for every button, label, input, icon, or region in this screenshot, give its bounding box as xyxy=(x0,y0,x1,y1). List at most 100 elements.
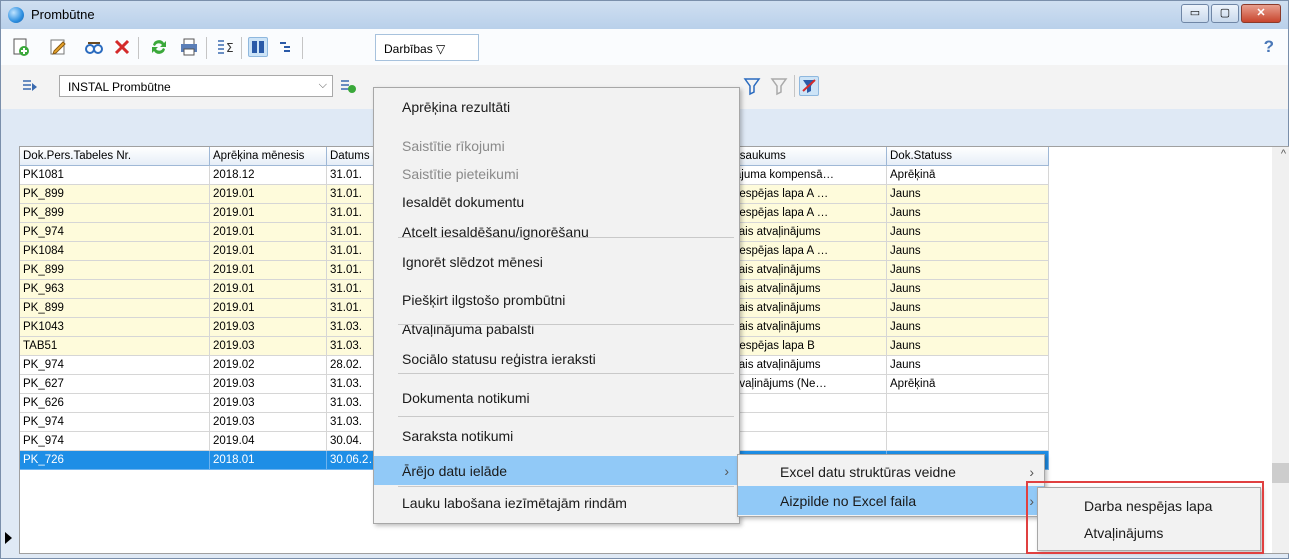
tree-icon[interactable] xyxy=(276,37,296,57)
print-icon[interactable] xyxy=(179,37,199,57)
table-cell-status[interactable]: Jauns xyxy=(887,223,1049,242)
table-cell-status[interactable]: Aprēķinā xyxy=(887,375,1049,394)
table-cell-status[interactable]: Jauns xyxy=(887,299,1049,318)
filter-icon[interactable] xyxy=(742,76,762,96)
table-cell-nr[interactable]: PK_963 xyxy=(20,280,210,299)
table-cell-status[interactable]: Jauns xyxy=(887,318,1049,337)
submenu-arrow-icon: › xyxy=(1029,464,1034,480)
table-cell-month[interactable]: 2019.03 xyxy=(210,337,327,356)
table-cell-month[interactable]: 2019.01 xyxy=(210,204,327,223)
view-icon[interactable] xyxy=(84,37,104,57)
table-cell-nr[interactable]: PK_974 xyxy=(20,432,210,451)
table-cell-status[interactable]: Jauns xyxy=(887,204,1049,223)
menu-item[interactable]: Sociālo statusu reģistra ieraksti xyxy=(374,344,739,373)
chevron-down-icon[interactable]: ⌵ xyxy=(319,79,327,92)
menu-item[interactable]: Lauku labošana iezīmētajām rindām xyxy=(374,488,739,517)
edit-icon[interactable] xyxy=(48,37,68,57)
toolbar-separator xyxy=(302,37,303,59)
column-header-nr[interactable]: Dok.Pers.Tabeles Nr. xyxy=(20,147,210,166)
table-cell-month[interactable]: 2019.02 xyxy=(210,356,327,375)
menu-item-label: Sociālo statusu reģistra ieraksti xyxy=(402,351,596,367)
help-icon[interactable]: ? xyxy=(1264,37,1274,57)
table-cell-nr[interactable]: PK1084 xyxy=(20,242,210,261)
table-cell-nr[interactable]: PK_899 xyxy=(20,204,210,223)
filter-panel-icon[interactable] xyxy=(799,76,819,96)
table-cell-nr[interactable]: PK_899 xyxy=(20,299,210,318)
menu-item-excel-template[interactable]: Excel datu struktūras veidne › xyxy=(738,457,1044,486)
table-cell-month[interactable]: 2019.03 xyxy=(210,375,327,394)
table-cell-status[interactable] xyxy=(887,413,1049,432)
table-cell-status[interactable]: Aprēķinā xyxy=(887,166,1049,185)
table-cell-status[interactable]: Jauns xyxy=(887,261,1049,280)
table-cell-nr[interactable]: PK1081 xyxy=(20,166,210,185)
menu-item[interactable]: Ignorēt slēdzot mēnesi xyxy=(374,247,739,276)
table-cell-status[interactable]: Jauns xyxy=(887,242,1049,261)
scroll-thumb[interactable] xyxy=(1272,463,1289,483)
table-cell-month[interactable]: 2018.12 xyxy=(210,166,327,185)
menu-item[interactable]: Saraksta notikumi xyxy=(374,421,739,450)
table-cell-month[interactable]: 2019.03 xyxy=(210,394,327,413)
table-cell-month[interactable]: 2019.01 xyxy=(210,261,327,280)
column-header-status[interactable]: Dok.Statuss xyxy=(887,147,1049,166)
column-header-month[interactable]: Aprēķina mēnesis xyxy=(210,147,327,166)
table-cell-month[interactable]: 2019.01 xyxy=(210,223,327,242)
toolbar-separator xyxy=(206,37,207,59)
menu-separator xyxy=(398,237,734,238)
menu-item[interactable]: Saistītie pieteikumi xyxy=(374,159,739,188)
refresh-icon[interactable] xyxy=(149,37,169,57)
table-cell-month[interactable]: 2019.01 xyxy=(210,242,327,261)
table-cell-month[interactable]: 2019.03 xyxy=(210,318,327,337)
table-cell-status[interactable]: Jauns xyxy=(887,280,1049,299)
layout-combo[interactable]: INSTAL Prombūtne ⌵ xyxy=(59,75,333,97)
add-layout-icon[interactable] xyxy=(339,77,359,97)
table-cell-nr[interactable]: PK_899 xyxy=(20,185,210,204)
table-cell-status[interactable]: Jauns xyxy=(887,356,1049,375)
table-cell-month[interactable]: 2019.01 xyxy=(210,185,327,204)
actions-dropdown[interactable]: Darbības ▽ xyxy=(375,34,479,61)
menu-item[interactable]: Saistītie rīkojumi xyxy=(374,131,739,160)
filter-select-icon[interactable] xyxy=(21,77,41,97)
menu-item[interactable]: Piešķirt ilgstošo prombūtni xyxy=(374,285,739,314)
menu-item-label: Aizpilde no Excel faila xyxy=(780,493,917,509)
scroll-up-icon[interactable]: ^ xyxy=(1281,148,1286,160)
menu-item[interactable]: Ārējo datu ielāde › xyxy=(374,456,739,485)
table-cell-status[interactable]: Jauns xyxy=(887,185,1049,204)
table-cell-nr[interactable]: PK_974 xyxy=(20,413,210,432)
delete-icon[interactable] xyxy=(112,37,132,57)
vertical-scrollbar[interactable]: ^ xyxy=(1272,147,1289,553)
table-cell-nr[interactable]: PK_726 xyxy=(20,451,210,470)
menu-separator xyxy=(398,324,734,325)
table-cell-nr[interactable]: TAB51 xyxy=(20,337,210,356)
menu-item[interactable]: Aprēķina rezultāti xyxy=(374,92,739,121)
app-icon xyxy=(8,7,24,23)
sum-icon[interactable]: Σ xyxy=(216,37,236,57)
menu-item-label: Dokumenta notikumi xyxy=(402,390,530,406)
table-cell-month[interactable]: 2019.01 xyxy=(210,299,327,318)
menu-item[interactable]: Iesaldēt dokumentu xyxy=(374,187,739,216)
table-cell-month[interactable]: 2019.01 xyxy=(210,280,327,299)
table-cell-status[interactable] xyxy=(887,432,1049,451)
table-cell-month[interactable]: 2019.04 xyxy=(210,432,327,451)
minimize-button[interactable]: ▭ xyxy=(1181,4,1209,23)
table-cell-nr[interactable]: PK_974 xyxy=(20,223,210,242)
menu-item[interactable]: Atcelt iesaldēšanu/ignorēšanu xyxy=(374,217,739,246)
maximize-button[interactable]: ▢ xyxy=(1211,4,1239,23)
toolbar-separator xyxy=(794,75,795,97)
table-cell-nr[interactable]: PK_974 xyxy=(20,356,210,375)
filter-clear-icon[interactable] xyxy=(769,76,789,96)
title-bar: Prombūtne ▭ ▢ ✕ xyxy=(1,1,1288,29)
table-cell-nr[interactable]: PK_626 xyxy=(20,394,210,413)
add-icon[interactable] xyxy=(11,37,31,57)
table-cell-nr[interactable]: PK_899 xyxy=(20,261,210,280)
menu-item[interactable]: Atvaļinājuma pabalsti xyxy=(374,314,739,343)
menu-item[interactable]: Dokumenta notikumi xyxy=(374,383,739,412)
table-cell-nr[interactable]: PK_627 xyxy=(20,375,210,394)
table-cell-month[interactable]: 2019.03 xyxy=(210,413,327,432)
menu-item-excel-fill[interactable]: Aizpilde no Excel faila › xyxy=(738,486,1044,515)
table-cell-status[interactable]: Jauns xyxy=(887,337,1049,356)
table-cell-nr[interactable]: PK1043 xyxy=(20,318,210,337)
table-cell-month[interactable]: 2018.01 xyxy=(210,451,327,470)
table-cell-status[interactable] xyxy=(887,394,1049,413)
close-button[interactable]: ✕ xyxy=(1241,4,1281,23)
columns-icon[interactable] xyxy=(248,37,268,57)
